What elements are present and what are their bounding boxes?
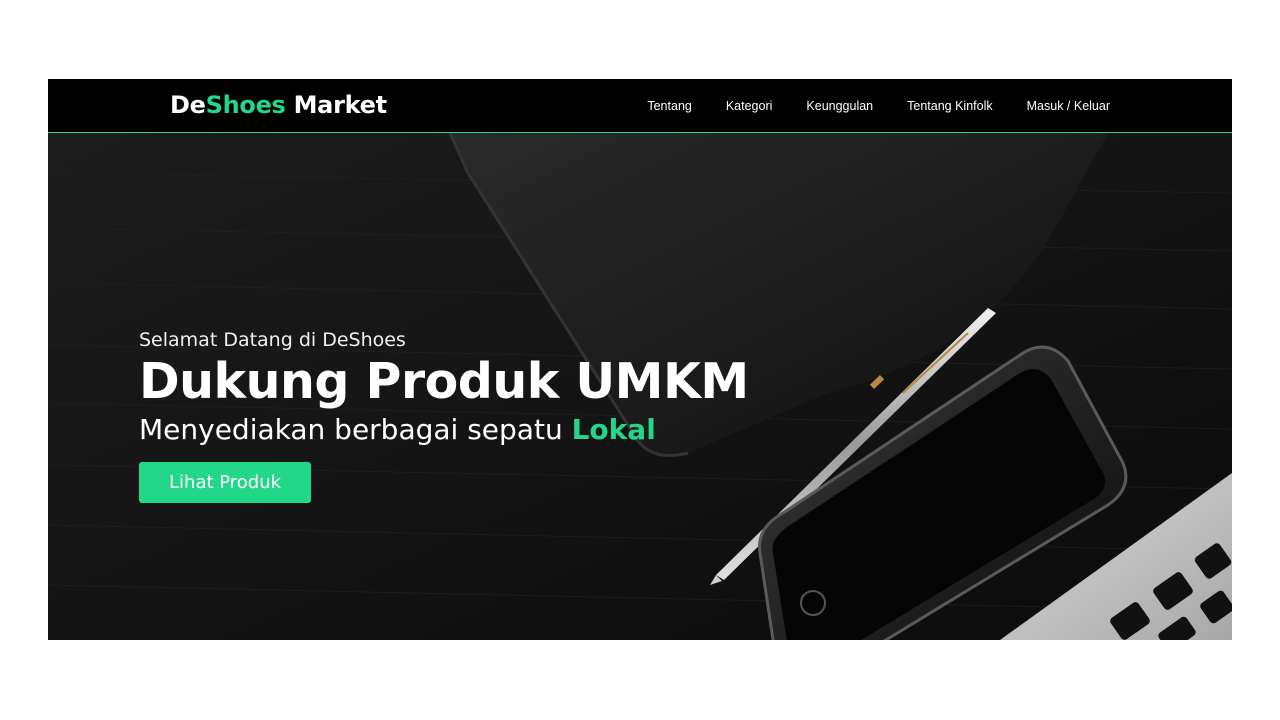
hero-subline-prefix: Menyediakan berbagai sepatu	[139, 413, 572, 446]
nav-link-masuk-keluar[interactable]: Masuk / Keluar	[1027, 99, 1110, 113]
navbar: DeShoes Market Tentang Kategori Keunggul…	[48, 79, 1232, 133]
view-products-button[interactable]: Lihat Produk	[139, 462, 312, 503]
brand-accent: Shoes	[205, 91, 286, 119]
hero-content: Selamat Datang di DeShoes Dukung Produk …	[139, 329, 749, 503]
nav-link-kategori[interactable]: Kategori	[726, 99, 773, 113]
hero-subline-accent: Lokal	[571, 413, 656, 446]
hero-welcome-text: Selamat Datang di DeShoes	[139, 329, 406, 351]
nav-link-tentang-kinfolk[interactable]: Tentang Kinfolk	[907, 99, 992, 113]
nav-link-tentang[interactable]: Tentang	[647, 99, 691, 113]
brand-suffix: Market	[285, 91, 388, 119]
nav-menu: Tentang Kategori Keunggulan Tentang Kinf…	[647, 79, 1110, 133]
hero-subline: Menyediakan berbagai sepatu Lokal	[139, 413, 749, 446]
nav-link-keunggulan[interactable]: Keunggulan	[806, 99, 873, 113]
brand-logo[interactable]: DeShoes Market	[170, 91, 387, 119]
site-frame: DeShoes Market Tentang Kategori Keunggul…	[48, 79, 1232, 640]
brand-prefix: De	[170, 91, 206, 119]
hero-section: Selamat Datang di DeShoes Dukung Produk …	[48, 133, 1232, 640]
hero-headline: Dukung Produk UMKM	[139, 353, 749, 410]
